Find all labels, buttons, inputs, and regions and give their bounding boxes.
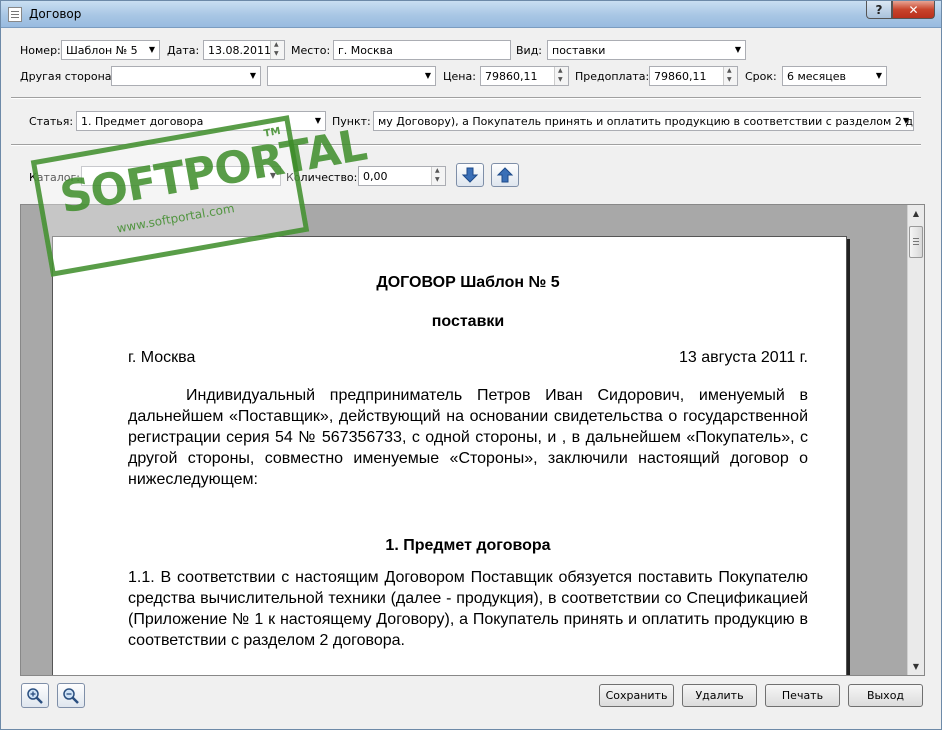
prepay-spinner[interactable] [723,67,737,85]
document-icon [8,7,22,22]
term-combo[interactable]: 6 месяцев [782,66,887,86]
party-combo[interactable] [111,66,261,86]
date-label: Дата: [167,44,200,57]
zoom-in-icon [27,687,43,704]
quantity-spinner[interactable] [431,167,445,185]
type-combo[interactable]: поставки [547,40,746,60]
section-title: 1. Предмет договора [385,537,551,554]
document-title: ДОГОВОР Шаблон № 5 [376,274,560,291]
help-button[interactable]: ? [866,1,892,19]
title-bar[interactable]: Договор ? ✕ [1,1,941,28]
form-content: Номер: Шаблон № 5 Дата: 13.08.2011 Место… [1,29,941,729]
scroll-down-icon[interactable]: ▼ [908,658,924,675]
quantity-value: 0,00 [363,170,388,183]
date-field[interactable]: 13.08.2011 [203,40,285,60]
date-value: 13.08.2011 [208,44,271,57]
party-detail-combo[interactable] [267,66,436,86]
type-label: Вид: [516,44,543,57]
prepay-field[interactable]: 79860,11 [649,66,738,86]
price-label: Цена: [443,70,476,83]
article-label: Статья: [29,115,74,128]
contract-window: Договор ? ✕ Номер: Шаблон № 5 Дата: 13.0… [0,0,942,730]
zoom-in-button[interactable] [21,683,49,708]
term-label: Срок: [745,70,777,83]
separator [11,97,921,99]
number-label: Номер: [20,44,61,57]
move-down-button[interactable] [456,163,484,187]
print-button[interactable]: Печать [765,684,840,707]
party-label: Другая сторона: [20,70,116,83]
clause-1-1: 1.1. В соответствии с настоящим Договоро… [128,569,808,649]
zoom-out-icon [63,687,79,704]
prepay-label: Предоплата: [575,70,650,83]
price-field[interactable]: 79860,11 [480,66,569,86]
price-value: 79860,11 [485,70,538,83]
document-city: г. Москва [128,349,196,366]
vertical-scrollbar[interactable]: ▲ ▼ [907,205,924,675]
prepay-value: 79860,11 [654,70,707,83]
scroll-up-icon[interactable]: ▲ [908,205,924,222]
save-button[interactable]: Сохранить [599,684,674,707]
place-label: Место: [291,44,331,57]
zoom-out-button[interactable] [57,683,85,708]
quantity-field[interactable]: 0,00 [358,166,446,186]
exit-button[interactable]: Выход [848,684,923,707]
document-intro: Индивидуальный предприниматель Петров Ив… [128,387,808,488]
window-controls: ? ✕ [866,1,935,19]
document-page: ДОГОВОР Шаблон № 5 поставки г. Москва 13… [52,236,847,675]
scroll-thumb[interactable] [909,226,923,258]
place-input[interactable]: г. Москва [333,40,511,60]
price-spinner[interactable] [554,67,568,85]
document-preview[interactable]: ДОГОВОР Шаблон № 5 поставки г. Москва 13… [20,204,925,676]
document-date: 13 августа 2011 г. [679,349,808,366]
delete-button[interactable]: Удалить [682,684,757,707]
number-combo[interactable]: Шаблон № 5 [61,40,160,60]
date-spinner[interactable] [270,41,284,59]
move-up-button[interactable] [491,163,519,187]
arrow-down-icon [461,167,479,183]
point-combo[interactable]: му Договору), а Покупатель принять и опл… [373,111,914,131]
document-subtitle: поставки [431,313,505,330]
window-title: Договор [29,7,82,21]
close-button[interactable]: ✕ [892,1,935,19]
arrow-up-icon [496,167,514,183]
